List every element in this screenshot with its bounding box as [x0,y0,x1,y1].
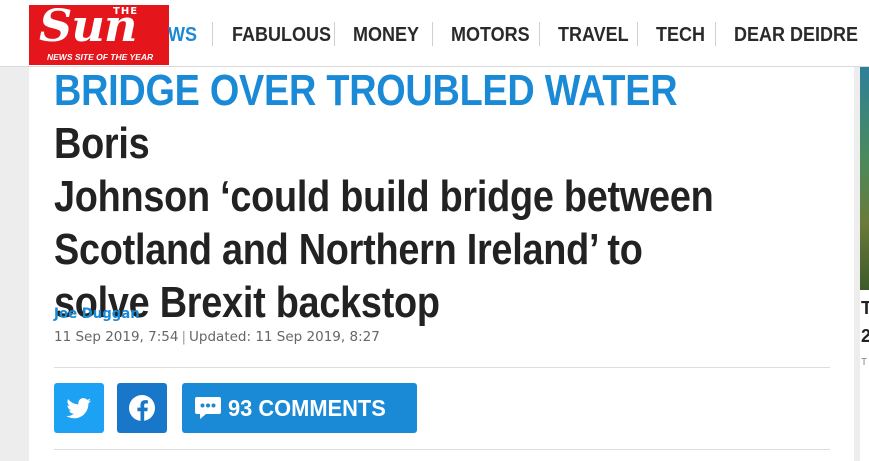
nav-item-news[interactable]: WS [168,22,197,48]
nav-divider [715,22,716,46]
nav-divider [637,22,638,46]
facebook-f-icon [129,395,155,422]
site-header: THE Sun NEWS SITE OF THE YEAR WS FABULOU… [0,0,869,67]
nav-divider [432,22,433,46]
nav-item-dear-deidre[interactable]: DEAR DEIDRE [734,22,858,48]
twitter-bird-icon [66,398,91,419]
nav-item-money[interactable]: MONEY [353,22,419,48]
updated-date: Updated: 11 Sep 2019, 8:27 [189,329,380,345]
article-dateline: 11 Sep 2019, 7:54 | Updated: 11 Sep 2019, … [54,329,380,345]
site-logo[interactable]: THE Sun NEWS SITE OF THE YEAR [29,5,169,65]
nav-divider [212,22,213,46]
article-headline: BRIDGE OVER TROUBLED WATER Boris Johnson… [54,64,725,329]
comments-count-label: 93 COMMENTS [228,395,386,421]
nav-item-travel[interactable]: TRAVEL [558,22,629,48]
sidebar-teaser-meta: T [861,357,868,368]
sidebar-teaser-image[interactable] [860,67,869,290]
twitter-share-button[interactable] [54,383,104,433]
sidebar-teaser-title[interactable]: T [861,298,869,319]
nav-item-fabulous[interactable]: FABULOUS [232,22,331,48]
nav-divider [334,22,335,46]
published-date: 11 Sep 2019, 7:54 [54,329,179,345]
speech-bubble-icon [195,397,221,419]
sidebar-teaser-title-line-2[interactable]: 2 [861,326,869,347]
headline-line-3: Scotland and Northern Ireland’ to [54,225,643,274]
nav-divider [539,22,540,46]
author-link[interactable]: Joe Duggan [54,306,140,322]
logo-strapline: NEWS SITE OF THE YEAR [47,52,154,62]
dateline-divider: | [181,329,187,345]
headline-line-1: Boris [54,119,150,168]
nav-item-motors[interactable]: MOTORS [451,22,530,48]
facebook-share-button[interactable] [117,383,167,433]
comments-button[interactable]: 93 COMMENTS [182,383,417,433]
headline-kicker: BRIDGE OVER TROUBLED WATER [54,66,678,115]
divider [54,449,830,450]
nav-item-tech[interactable]: TECH [656,22,705,48]
logo-wordmark: Sun [39,5,137,52]
headline-line-2: Johnson ‘could build bridge between [54,172,714,221]
divider [54,367,830,368]
